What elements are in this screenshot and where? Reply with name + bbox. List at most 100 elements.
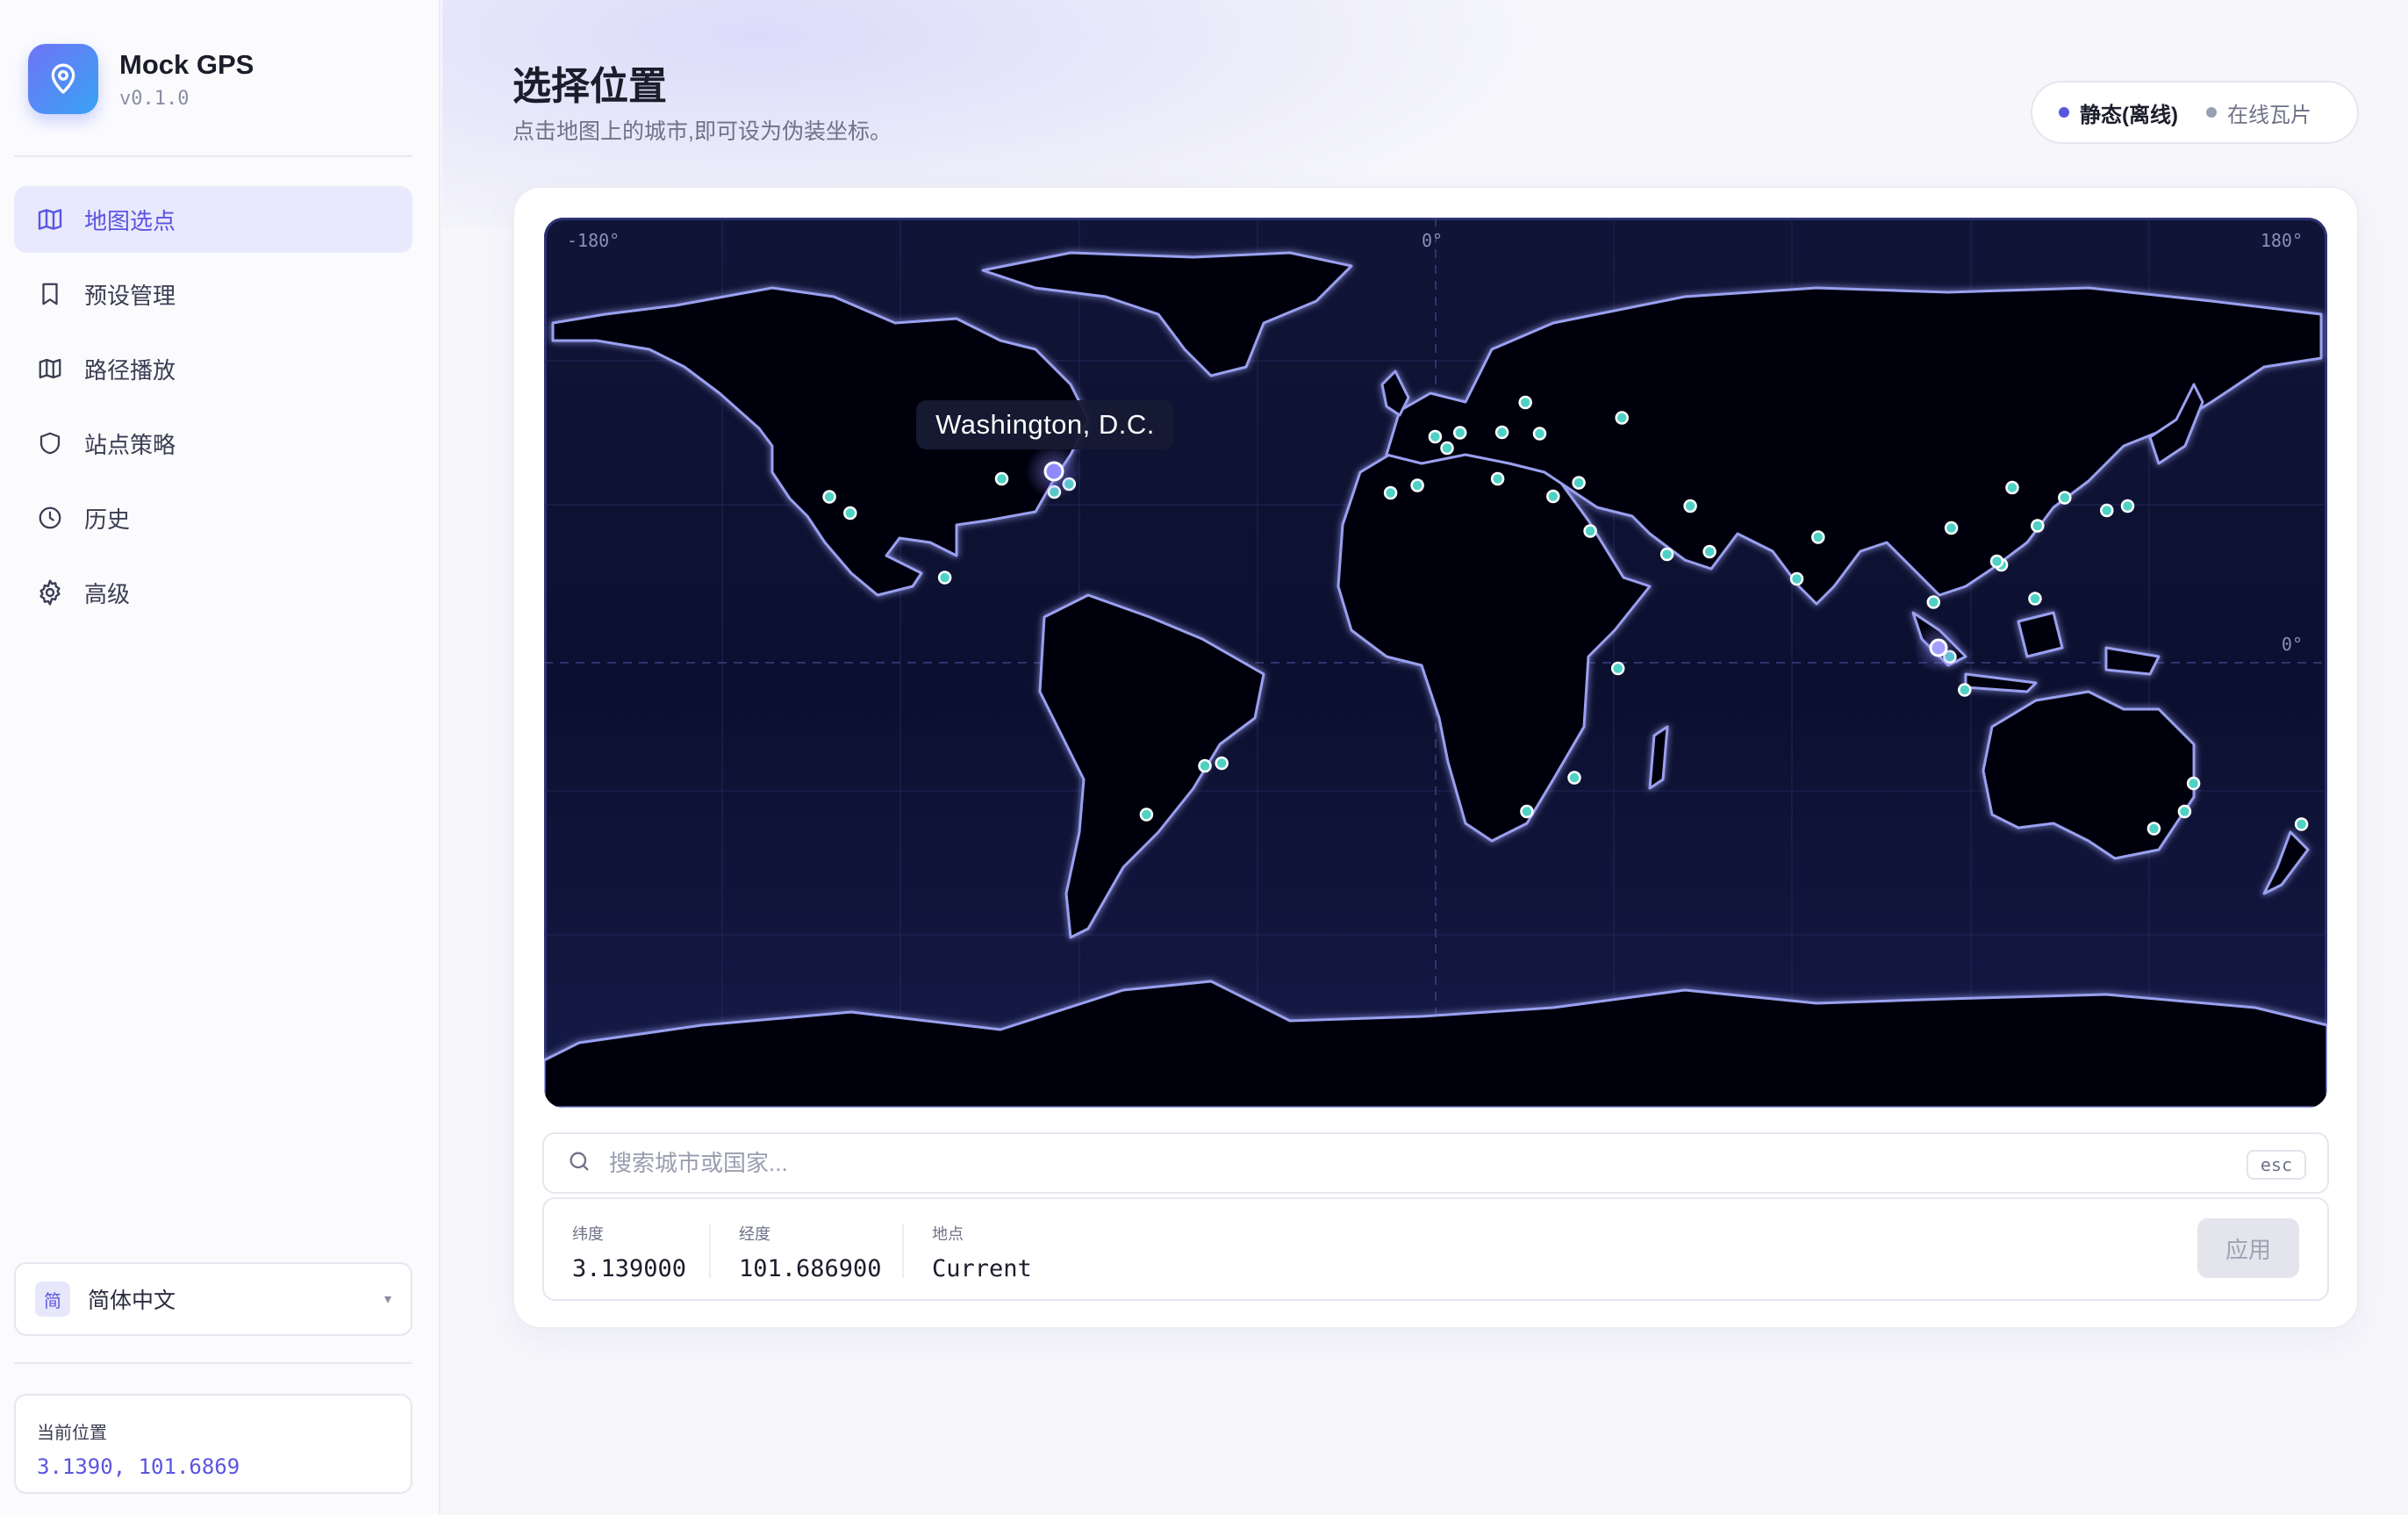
new-zealand-landmass	[2262, 830, 2310, 895]
city-marker[interactable]	[1789, 571, 1804, 586]
language-badge: 简	[35, 1282, 70, 1317]
place-value: Current	[932, 1255, 1032, 1282]
mode-label: 静态(离线)	[2080, 103, 2178, 127]
city-marker[interactable]	[1583, 524, 1597, 538]
apply-button[interactable]: 应用	[2197, 1218, 2299, 1278]
city-marker[interactable]	[937, 571, 952, 585]
nav-item-label: 预设管理	[84, 282, 176, 309]
city-marker[interactable]	[1532, 427, 1547, 441]
city-marker[interactable]	[1811, 530, 1825, 544]
caret-down-icon: ▾	[383, 1292, 391, 1307]
language-select[interactable]: 简 简体中文 ▾	[14, 1262, 412, 1336]
city-marker[interactable]	[1615, 411, 1629, 425]
current-position-label: 当前位置	[37, 1424, 107, 1443]
city-marker[interactable]	[1198, 758, 1212, 773]
city-marker[interactable]	[1410, 478, 1424, 492]
city-marker[interactable]	[1452, 426, 1467, 440]
nav-item-route-playback[interactable]: 路径播放	[14, 335, 412, 402]
longitude-label: 经度	[739, 1225, 770, 1243]
city-marker[interactable]	[2177, 804, 2192, 819]
city-marker[interactable]	[1518, 395, 1532, 410]
world-map-canvas[interactable]	[544, 218, 2327, 1108]
world-map[interactable]: -180° 0° 180° 0°	[544, 218, 2327, 1108]
city-tooltip: Washington, D.C.	[916, 400, 1174, 449]
latitude-value: 3.139000	[572, 1255, 687, 1282]
city-marker[interactable]	[1139, 808, 1154, 822]
nav-item-history[interactable]: 历史	[14, 485, 412, 551]
city-marker[interactable]	[1520, 804, 1534, 819]
city-marker[interactable]	[1572, 476, 1586, 490]
city-marker[interactable]	[843, 506, 857, 521]
city-marker[interactable]	[1490, 471, 1505, 486]
lat-label-equator: 0°	[2281, 634, 2303, 655]
city-marker[interactable]	[2031, 519, 2045, 533]
hover-dot	[1043, 461, 1064, 482]
lon-label-right: 180°	[2260, 230, 2303, 251]
page-title: 选择位置	[512, 65, 667, 108]
city-marker[interactable]	[1440, 441, 1454, 456]
mode-label: 在线瓦片	[2226, 103, 2311, 127]
city-marker[interactable]	[1702, 544, 1716, 559]
divider	[902, 1224, 904, 1278]
route-map-icon	[35, 354, 65, 384]
current-position-value: 3.1390, 101.6869	[37, 1454, 240, 1479]
divider	[709, 1224, 711, 1278]
city-marker[interactable]	[1215, 756, 1229, 771]
selection-dot	[1929, 638, 1948, 657]
nav-item-site-policy[interactable]: 站点策略	[14, 410, 412, 477]
nav-item-advanced[interactable]: 高级	[14, 559, 412, 626]
language-label: 简体中文	[88, 1289, 176, 1313]
mode-static-offline[interactable]: 静态(离线)	[2045, 88, 2192, 137]
nav-item-map-pick[interactable]: 地图选点	[14, 186, 412, 253]
city-marker[interactable]	[1546, 489, 1560, 504]
city-marker[interactable]	[2005, 480, 2019, 495]
nav-item-label: 高级	[84, 580, 131, 607]
city-marker[interactable]	[2146, 822, 2161, 836]
city-marker[interactable]	[1926, 595, 1941, 609]
mode-online-tiles[interactable]: 在线瓦片	[2192, 88, 2326, 137]
place-field: 地点 Current	[932, 1222, 1032, 1282]
search-icon	[567, 1149, 591, 1178]
sidebar: Mock GPS v0.1.0 地图选点 预设管理 路径播放 站点策略 历史 高…	[0, 0, 441, 1515]
city-marker[interactable]	[2186, 776, 2201, 791]
city-marker[interactable]	[1683, 499, 1697, 513]
australia-landmass	[1982, 690, 2196, 860]
bookmark-icon	[35, 279, 65, 309]
selected-location-marker	[1914, 623, 1963, 672]
location-pin-icon	[28, 44, 98, 114]
city-marker[interactable]	[1383, 485, 1398, 500]
city-marker[interactable]	[1567, 771, 1581, 785]
city-marker[interactable]	[2100, 503, 2114, 518]
nav-item-label: 地图选点	[84, 207, 176, 234]
hovered-city-marker	[1026, 443, 1082, 499]
city-marker[interactable]	[2294, 817, 2309, 831]
south-america-landmass	[1038, 593, 1265, 939]
latitude-label: 纬度	[572, 1225, 604, 1243]
latitude-field: 纬度 3.139000	[572, 1222, 686, 1282]
brand: Mock GPS v0.1.0	[28, 44, 254, 114]
city-marker[interactable]	[1958, 683, 1972, 697]
city-marker[interactable]	[822, 490, 836, 504]
city-marker[interactable]	[2028, 592, 2042, 606]
current-position-panel: 当前位置 3.1390, 101.6869	[14, 1394, 412, 1494]
longitude-field: 经度 101.686900	[739, 1222, 882, 1282]
city-marker[interactable]	[1944, 521, 1959, 535]
page-subtitle: 点击地图上的城市,即可设为伪装坐标。	[512, 119, 892, 144]
app-version: v0.1.0	[119, 87, 190, 110]
clock-icon	[35, 503, 65, 533]
city-marker[interactable]	[2058, 491, 2072, 505]
city-marker[interactable]	[1494, 425, 1509, 440]
nav-item-label: 历史	[84, 506, 131, 533]
city-marker[interactable]	[1428, 429, 1443, 444]
city-marker[interactable]	[1989, 554, 2004, 569]
search-input[interactable]	[609, 1149, 2189, 1177]
app-name: Mock GPS	[119, 48, 254, 80]
gear-icon	[35, 578, 65, 607]
city-marker[interactable]	[2120, 499, 2135, 513]
city-marker[interactable]	[994, 471, 1009, 486]
nav-item-presets[interactable]: 预设管理	[14, 261, 412, 327]
city-marker[interactable]	[1610, 661, 1625, 676]
lon-label-left: -180°	[567, 230, 620, 251]
city-marker[interactable]	[1659, 547, 1674, 562]
nav-item-label: 路径播放	[84, 356, 176, 384]
